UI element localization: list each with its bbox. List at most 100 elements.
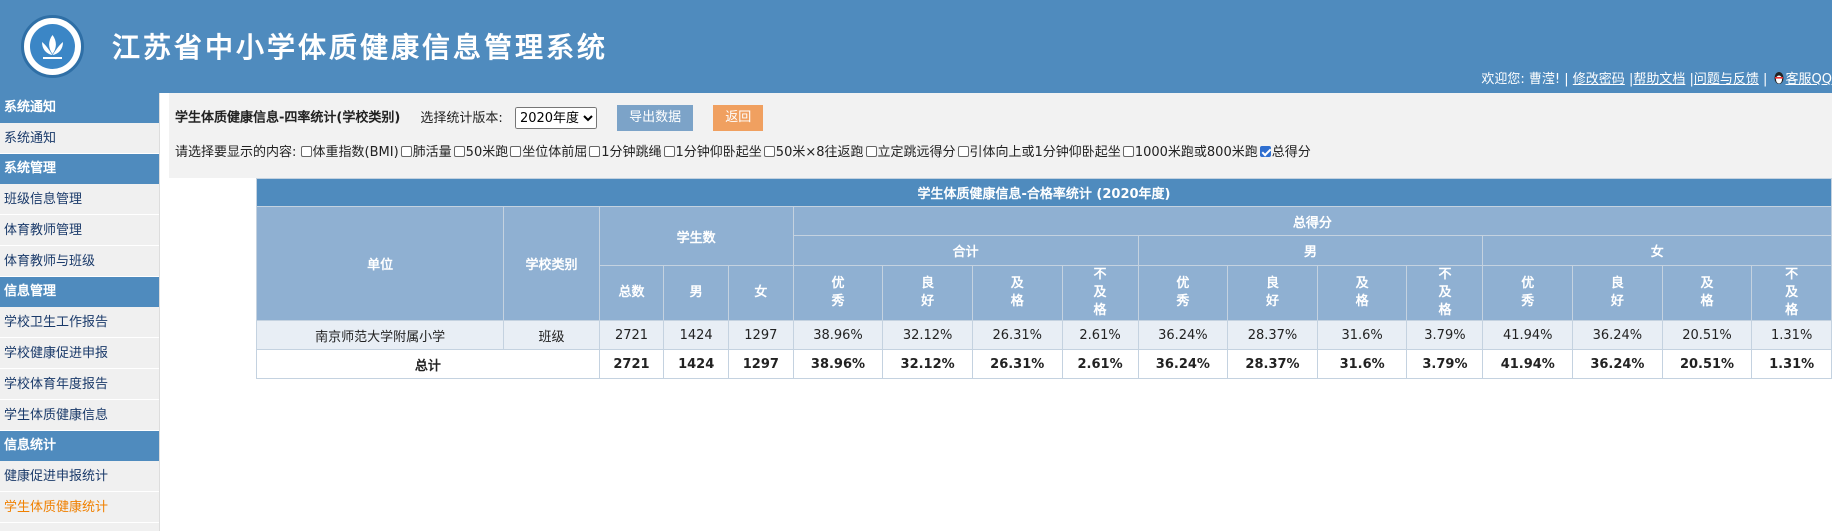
header-grade: 不及格 [1061, 265, 1139, 321]
sidebar-item-pe-annual-report[interactable]: 学校体育年度报告 [0, 369, 159, 400]
header-count-female: 女 [728, 265, 794, 321]
main-content: 学生体质健康信息-四率统计(学校类别) 选择统计版本: 2020年度 导出数据 … [169, 93, 1832, 531]
options-label: 请选择要显示的内容: [175, 145, 297, 160]
cell-count: 2721 [598, 349, 665, 379]
toolbar: 学生体质健康信息-四率统计(学校类别) 选择统计版本: 2020年度 导出数据 … [169, 93, 1832, 178]
option-checkbox[interactable] [400, 146, 412, 157]
option-checkbox[interactable] [763, 146, 775, 157]
help-docs-link[interactable]: 帮助文档 [1633, 72, 1685, 87]
option-checkbox[interactable] [453, 146, 465, 157]
display-option[interactable]: 体重指数(BMI) [300, 143, 399, 163]
cell-count: 1424 [663, 349, 729, 379]
sidebar: 系统通知 系统通知 系统管理 班级信息管理 体育教师管理 体育教师与班级 信息管… [0, 93, 160, 531]
option-checkbox[interactable] [865, 146, 877, 157]
cell-rate: 32.12% [882, 320, 973, 350]
sidebar-section-info[interactable]: 信息管理 [0, 277, 159, 307]
cell-type: 班级 [503, 320, 600, 350]
sidebar-item-promotion-stats[interactable]: 健康促进申报统计 [0, 461, 159, 492]
cell-rate: 28.37% [1227, 320, 1318, 350]
header-school-type: 学校类别 [503, 206, 600, 321]
customer-service-qq-link[interactable]: 客服QQ [1786, 72, 1832, 87]
cell-rate: 36.24% [1572, 320, 1663, 350]
sidebar-item-class-info[interactable]: 班级信息管理 [0, 184, 159, 215]
sidebar-section-notice[interactable]: 系统通知 [0, 93, 159, 123]
header-unit: 单位 [255, 206, 505, 321]
cell-rate: 32.12% [882, 349, 973, 379]
display-option[interactable]: 总得分 [1259, 143, 1311, 163]
option-checkbox[interactable] [663, 146, 675, 157]
cell-unit: 南京师范大学附属小学 [255, 320, 505, 350]
header-grade: 不及格 [1751, 265, 1832, 321]
display-option[interactable]: 1分钟仰卧起坐 [663, 143, 762, 163]
option-label: 1分钟仰卧起坐 [675, 145, 762, 160]
sidebar-section-system[interactable]: 系统管理 [0, 154, 159, 184]
display-option[interactable]: 1000米跑或800米跑 [1122, 143, 1258, 163]
display-option[interactable]: 50米跑 [453, 143, 509, 163]
option-checkbox[interactable] [1259, 146, 1271, 157]
option-checkbox[interactable] [957, 146, 969, 157]
change-password-link[interactable]: 修改密码 [1573, 72, 1625, 87]
sidebar-item-student-health-info[interactable]: 学生体质健康信息 [0, 400, 159, 431]
cell-count: 1297 [728, 320, 794, 350]
option-checkbox[interactable] [589, 146, 601, 157]
option-checkbox[interactable] [1122, 146, 1134, 157]
sidebar-item-student-health-stats[interactable]: 学生体质健康统计 [0, 492, 159, 523]
option-label: 50米×8往返跑 [775, 145, 864, 160]
sidebar-item-pe-teachers[interactable]: 体育教师管理 [0, 215, 159, 246]
total-row: 总计 2721 1424 1297 38.96% 32.12% 26.31% 2.61% 36… [256, 349, 1832, 379]
cell-rate: 41.94% [1482, 320, 1574, 350]
display-options: 请选择要显示的内容: 体重指数(BMI) 肺活量 50米跑 坐位体前屈 1分钟跳绳 1分钟… [175, 143, 1313, 163]
cell-rate: 20.51% [1661, 320, 1753, 350]
page-title: 学生体质健康信息-四率统计(学校类别) [175, 110, 401, 126]
version-select[interactable]: 2020年度 [514, 107, 597, 129]
cell-count: 1297 [728, 349, 794, 379]
option-label: 肺活量 [412, 145, 452, 160]
header-group-female: 女 [1482, 235, 1832, 266]
option-checkbox[interactable] [300, 146, 312, 157]
cell-rate: 36.24% [1572, 349, 1663, 379]
cell-rate: 36.24% [1137, 320, 1229, 350]
header-grade: 良好 [1227, 265, 1318, 321]
site-title: 江苏省中小学体质健康信息管理系统 [112, 31, 609, 64]
header-grade: 优秀 [1137, 265, 1229, 321]
display-option[interactable]: 肺活量 [400, 143, 452, 163]
display-option[interactable]: 坐位体前屈 [510, 143, 587, 163]
display-option[interactable]: 引体向上或1分钟仰卧起坐 [957, 143, 1121, 163]
header-grade: 不及格 [1406, 265, 1484, 321]
table-row: 南京师范大学附属小学 班级 2721 1424 1297 38.96% 32.12% 26… [255, 320, 1832, 350]
site-logo [21, 15, 84, 78]
cell-rate: 2.61% [1061, 349, 1139, 379]
display-option[interactable]: 1分钟跳绳 [589, 143, 662, 163]
cell-count: 1424 [663, 320, 729, 350]
cell-rate: 2.61% [1061, 320, 1139, 350]
header-count-total: 总数 [598, 265, 665, 321]
option-label: 总得分 [1271, 145, 1311, 160]
table-title: 学生体质健康信息-合格率统计 (2020年度) [256, 178, 1832, 207]
sidebar-item-health-promotion[interactable]: 学校健康促进申报 [0, 338, 159, 369]
sidebar-item-teacher-class[interactable]: 体育教师与班级 [0, 246, 159, 277]
option-label: 立定跳远得分 [877, 145, 956, 160]
option-label: 引体向上或1分钟仰卧起坐 [969, 145, 1121, 160]
welcome-text: 欢迎您: 曹滢! [1481, 72, 1561, 87]
display-option[interactable]: 立定跳远得分 [865, 143, 956, 163]
display-option[interactable]: 50米×8往返跑 [763, 143, 864, 163]
export-data-button[interactable]: 导出数据 [617, 105, 694, 131]
sidebar-section-stats[interactable]: 信息统计 [0, 431, 159, 461]
option-label: 50米跑 [465, 145, 509, 160]
cell-rate: 1.31% [1751, 320, 1832, 350]
stats-table: 学生体质健康信息-合格率统计 (2020年度) 单位 学校类别 学生数 总得分 … [255, 178, 1832, 379]
header-total-score: 总得分 [792, 206, 1832, 236]
option-label: 1000米跑或800米跑 [1134, 145, 1258, 160]
cell-total-label: 总计 [256, 349, 600, 379]
version-label: 选择统计版本: [420, 110, 503, 126]
option-checkbox[interactable] [510, 146, 522, 157]
feedback-link[interactable]: 问题与反馈 [1694, 72, 1759, 87]
cell-rate: 38.96% [792, 320, 884, 350]
sidebar-item-system-notice[interactable]: 系统通知 [0, 123, 159, 154]
back-button[interactable]: 返回 [713, 105, 764, 131]
header-group-all: 合计 [792, 235, 1139, 266]
sidebar-item-hygiene-report[interactable]: 学校卫生工作报告 [0, 307, 159, 338]
header-grade: 及格 [1316, 265, 1408, 321]
qq-penguin-icon [1774, 72, 1784, 84]
cell-rate: 31.6% [1316, 349, 1408, 379]
